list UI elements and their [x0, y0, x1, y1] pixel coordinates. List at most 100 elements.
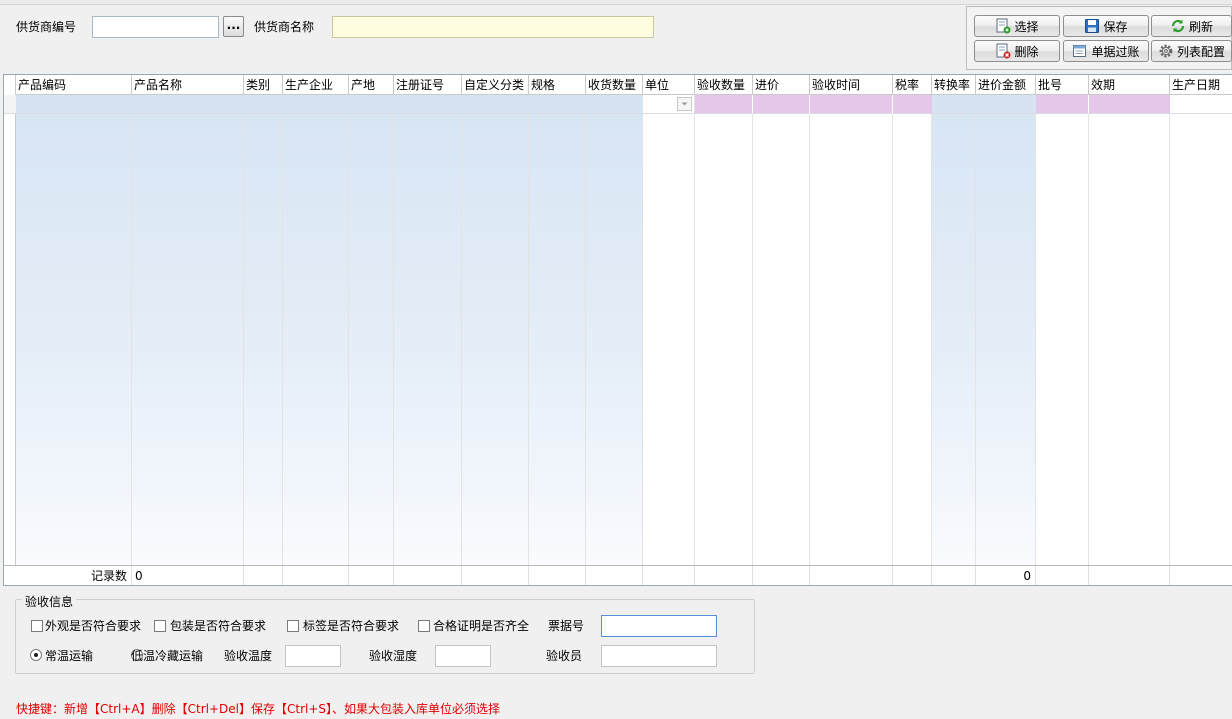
header-product-name[interactable]: 产品名称: [132, 75, 244, 95]
summary-cell: [244, 566, 283, 585]
product-grid[interactable]: 产品编码 产品名称 类别 生产企业 产地 注册证号 自定义分类 规格 收货数量 …: [3, 74, 1232, 586]
delete-doc-icon: [995, 43, 1011, 59]
refresh-button-label: 刷新: [1188, 19, 1213, 34]
column-config-button[interactable]: 列表配置: [1151, 40, 1232, 62]
expiry-cell[interactable]: [1089, 95, 1170, 114]
column-production-date: [1170, 75, 1232, 585]
column-tax-rate: [893, 75, 932, 585]
header-purchase-amount[interactable]: 进价金额: [976, 75, 1036, 95]
normal-transport-radio[interactable]: [30, 649, 42, 661]
temperature-input[interactable]: [285, 645, 341, 667]
column-conversion-rate: [932, 75, 976, 585]
header-tax-rate[interactable]: 税率: [893, 75, 932, 95]
column-purchase-price: [753, 75, 810, 585]
summary-cell: [394, 566, 462, 585]
summary-cell: [529, 566, 586, 585]
tax-rate-cell[interactable]: [893, 95, 932, 114]
header-origin[interactable]: 产地: [349, 75, 394, 95]
summary-cell: [810, 566, 893, 585]
normal-transport-label[interactable]: 常温运输: [45, 649, 93, 663]
grid-summary-row: 记录数 0 0: [4, 565, 1232, 585]
header-registration-no[interactable]: 注册证号: [394, 75, 462, 95]
label-checkbox-label[interactable]: 标签是否符合要求: [303, 619, 399, 633]
refresh-button[interactable]: 刷新: [1151, 15, 1232, 37]
production-date-cell[interactable]: [1170, 95, 1232, 114]
select-button-label: 选择: [1014, 19, 1039, 34]
certificate-checkbox-label[interactable]: 合格证明是否齐全: [433, 619, 529, 633]
certificate-checkbox[interactable]: [418, 620, 430, 632]
humidity-label: 验收湿度: [369, 649, 418, 663]
supplier-name-input[interactable]: [332, 16, 654, 38]
column-product-name: [132, 75, 244, 585]
header-spec[interactable]: 规格: [529, 75, 586, 95]
select-button[interactable]: 选择: [974, 15, 1060, 37]
appearance-checkbox-label[interactable]: 外观是否符合要求: [45, 619, 141, 633]
record-count-value: 0: [132, 566, 244, 585]
row-indicator[interactable]: [4, 95, 16, 114]
post-document-button[interactable]: 单据过账: [1063, 40, 1149, 62]
chevron-down-icon[interactable]: [677, 97, 692, 111]
record-count-label: 记录数: [4, 566, 132, 585]
column-registration-no: [394, 75, 462, 585]
column-unit: [643, 75, 695, 585]
unit-dropdown-cell[interactable]: [643, 95, 695, 114]
column-accepted-qty: [695, 75, 753, 585]
invoice-no-input[interactable]: [601, 615, 717, 637]
summary-cell: [753, 566, 810, 585]
summary-cell: [932, 566, 976, 585]
post-document-button-label: 单据过账: [1091, 44, 1140, 59]
invoice-no-label: 票据号: [548, 619, 585, 633]
column-purchase-amount: [976, 75, 1036, 585]
label-checkbox[interactable]: [287, 620, 299, 632]
header-category[interactable]: 类别: [244, 75, 283, 95]
save-button[interactable]: 保存: [1063, 15, 1149, 37]
summary-cell: [283, 566, 349, 585]
inspector-input[interactable]: [601, 645, 717, 667]
header-conversion-rate[interactable]: 转换率: [932, 75, 976, 95]
cold-transport-label[interactable]: 低温冷藏运输: [131, 649, 203, 663]
humidity-input[interactable]: [435, 645, 491, 667]
summary-cell: [695, 566, 753, 585]
summary-cell: [1170, 566, 1232, 585]
summary-cell: [462, 566, 529, 585]
row-indicator-column: [4, 75, 16, 585]
column-expiry: [1089, 75, 1170, 585]
header-received-qty[interactable]: 收货数量: [586, 75, 643, 95]
purchase-price-cell[interactable]: [753, 95, 810, 114]
acceptance-time-cell[interactable]: [810, 95, 893, 114]
refresh-icon: [1170, 18, 1186, 34]
supplier-code-input[interactable]: [92, 16, 219, 38]
appearance-checkbox[interactable]: [31, 620, 43, 632]
column-category: [244, 75, 283, 585]
summary-cell: [1089, 566, 1170, 585]
readonly-cell[interactable]: [932, 95, 1036, 114]
supplier-browse-button[interactable]: ...: [223, 16, 244, 37]
delete-button[interactable]: 删除: [974, 40, 1060, 62]
header-accepted-qty[interactable]: 验收数量: [695, 75, 753, 95]
column-batch-no: [1036, 75, 1089, 585]
header-manufacturer[interactable]: 生产企业: [283, 75, 349, 95]
header-acceptance-time[interactable]: 验收时间: [810, 75, 893, 95]
packaging-checkbox[interactable]: [154, 620, 166, 632]
header-expiry[interactable]: 效期: [1089, 75, 1170, 95]
column-origin: [349, 75, 394, 585]
header-production-date[interactable]: 生产日期: [1170, 75, 1232, 95]
column-config-button-label: 列表配置: [1176, 44, 1225, 59]
summary-cell: [349, 566, 394, 585]
column-manufacturer: [283, 75, 349, 585]
accepted-qty-cell[interactable]: [695, 95, 753, 114]
header-purchase-price[interactable]: 进价: [753, 75, 810, 95]
batch-no-cell[interactable]: [1036, 95, 1089, 114]
supplier-code-label: 供货商编号: [16, 20, 77, 34]
save-disk-icon: [1084, 18, 1100, 34]
header-unit[interactable]: 单位: [643, 75, 695, 95]
summary-cell: [643, 566, 695, 585]
acceptance-info-title: 验收信息: [22, 593, 77, 610]
packaging-checkbox-label[interactable]: 包装是否符合要求: [170, 619, 266, 633]
select-doc-icon: [995, 18, 1011, 34]
header-batch-no[interactable]: 批号: [1036, 75, 1089, 95]
header-product-code[interactable]: 产品编码: [16, 75, 132, 95]
column-custom-category: [462, 75, 529, 585]
header-custom-category[interactable]: 自定义分类: [462, 75, 529, 95]
table-row[interactable]: [16, 95, 643, 114]
